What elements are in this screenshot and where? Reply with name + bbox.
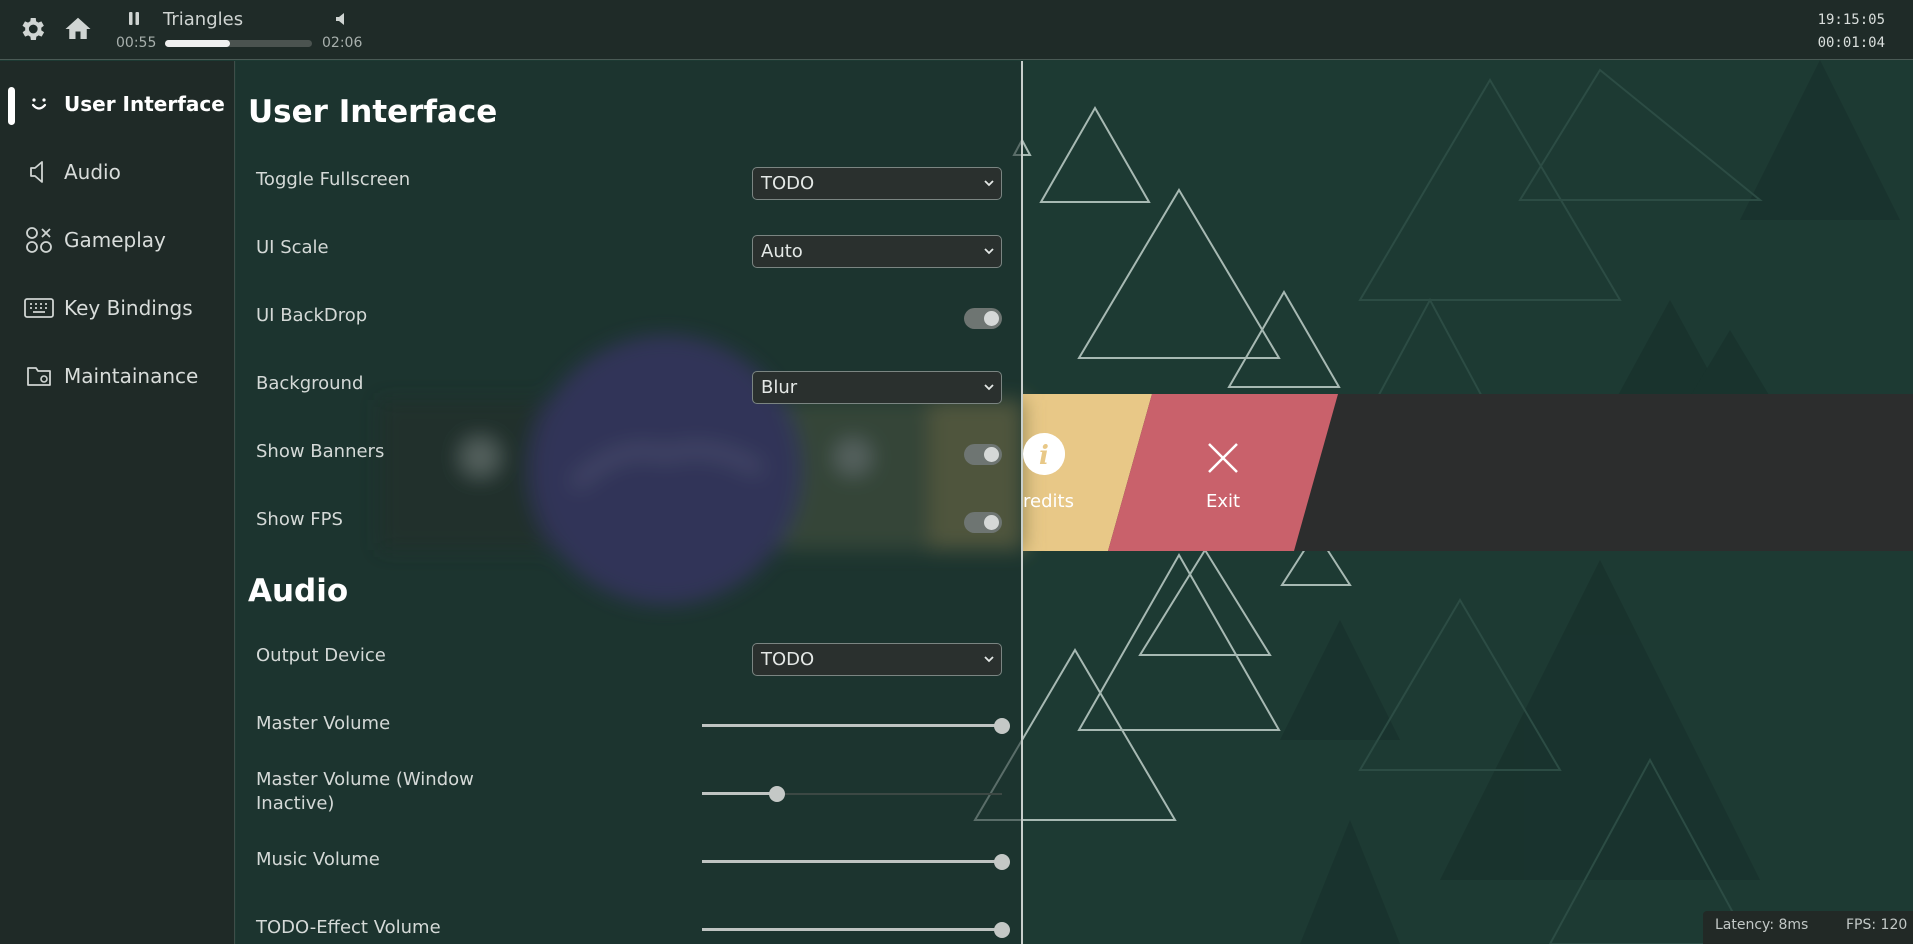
ui-backdrop-toggle[interactable]	[964, 308, 1002, 329]
info-icon[interactable]: i	[1023, 433, 1065, 475]
sidebar-item-label: User Interface	[64, 92, 225, 116]
slider-thumb[interactable]	[994, 854, 1010, 870]
ui-scale-select[interactable]: Auto	[752, 235, 1002, 268]
slider-fill	[702, 860, 1002, 863]
settings-sidebar: User Interface Audio Gameplay Key Bindin…	[0, 61, 235, 944]
sidebar-item-label: Audio	[64, 160, 121, 184]
time-current: 00:55	[116, 35, 157, 51]
music-volume-slider[interactable]	[702, 852, 1010, 872]
sidebar-item-label: Maintainance	[64, 364, 199, 388]
folder-gear-icon	[25, 362, 53, 390]
chevron-down-icon	[984, 656, 994, 663]
credits-button-label[interactable]: redits	[1023, 491, 1074, 512]
master-volume-inactive-label: Master Volume (Window Inactive)	[256, 768, 474, 816]
slider-fill	[702, 792, 777, 795]
slider-fill	[702, 928, 1002, 931]
time-total: 02:06	[322, 35, 363, 51]
master-volume-label: Master Volume	[256, 713, 391, 734]
latency-readout: Latency: 8ms	[1715, 917, 1809, 933]
effect-volume-slider[interactable]	[702, 920, 1010, 940]
sidebar-item-key-bindings[interactable]: Key Bindings	[0, 281, 235, 337]
home-icon[interactable]	[63, 14, 93, 44]
section-title-user-interface: User Interface	[248, 94, 498, 130]
show-fps-toggle[interactable]	[964, 512, 1002, 533]
toggle-knob	[984, 311, 999, 326]
gear-icon[interactable]	[17, 14, 47, 44]
exit-button-label[interactable]: Exit	[1206, 491, 1240, 512]
keyboard-icon	[23, 294, 55, 322]
master-volume-inactive-slider[interactable]	[702, 784, 1002, 804]
show-fps-label: Show FPS	[256, 509, 343, 530]
background-select[interactable]: Blur	[752, 371, 1002, 404]
output-device-value: TODO	[761, 649, 815, 670]
settings-panel: User Interface Toggle Fullscreen TODO UI…	[236, 61, 1023, 944]
track-progress-bar[interactable]	[165, 40, 312, 47]
svg-text:i: i	[1039, 441, 1049, 471]
track-progress-fill	[165, 40, 230, 47]
sidebar-item-user-interface[interactable]: User Interface	[0, 77, 235, 133]
track-title: Triangles	[163, 9, 244, 30]
ui-backdrop-label: UI BackDrop	[256, 305, 368, 326]
sidebar-item-label: Key Bindings	[64, 296, 193, 320]
slider-thumb[interactable]	[994, 718, 1010, 734]
show-banners-toggle[interactable]	[964, 444, 1002, 465]
toggle-knob	[984, 447, 999, 462]
background-label: Background	[256, 373, 364, 394]
master-volume-inactive-label-line2: Inactive)	[256, 793, 335, 814]
sidebar-item-audio[interactable]: Audio	[0, 145, 235, 201]
music-volume-label: Music Volume	[256, 849, 380, 870]
section-title-audio: Audio	[248, 573, 349, 609]
volume-icon[interactable]	[334, 11, 350, 27]
ui-scale-label: UI Scale	[256, 237, 329, 258]
chevron-down-icon	[984, 248, 994, 255]
toggle-fullscreen-value: TODO	[761, 173, 815, 194]
chevron-down-icon	[984, 180, 994, 187]
effect-volume-label: TODO-Effect Volume	[256, 917, 441, 938]
slider-thumb[interactable]	[994, 922, 1010, 938]
fps-readout: FPS: 120	[1846, 917, 1908, 933]
clock-elapsed: 00:01:04	[1817, 35, 1885, 51]
sidebar-item-maintainance[interactable]: Maintainance	[0, 349, 235, 405]
master-volume-inactive-label-line1: Master Volume (Window	[256, 769, 474, 790]
output-device-label: Output Device	[256, 645, 386, 666]
top-bar: Triangles 00:55 02:06 19:15:05 00:01:04	[0, 0, 1913, 60]
close-icon[interactable]	[1206, 441, 1240, 475]
sidebar-item-label: Gameplay	[64, 228, 166, 252]
smiley-icon	[25, 90, 53, 118]
sidebar-item-gameplay[interactable]: Gameplay	[0, 213, 235, 269]
show-banners-label: Show Banners	[256, 441, 385, 462]
background-value: Blur	[761, 377, 798, 398]
master-volume-slider[interactable]	[702, 716, 1010, 736]
speaker-icon	[25, 158, 53, 186]
toggle-fullscreen-label: Toggle Fullscreen	[256, 169, 411, 190]
toggle-fullscreen-select[interactable]: TODO	[752, 167, 1002, 200]
chevron-down-icon	[984, 384, 994, 391]
clock: 19:15:05 00:01:04	[1818, 9, 1885, 55]
ui-scale-value: Auto	[761, 241, 803, 262]
gameplay-icon	[25, 226, 53, 254]
pause-icon[interactable]	[126, 11, 142, 27]
output-device-select[interactable]: TODO	[752, 643, 1002, 676]
toggle-knob	[984, 515, 999, 530]
slider-thumb[interactable]	[769, 786, 785, 802]
slider-fill	[702, 724, 1002, 727]
clock-time: 19:15:05	[1817, 12, 1885, 28]
